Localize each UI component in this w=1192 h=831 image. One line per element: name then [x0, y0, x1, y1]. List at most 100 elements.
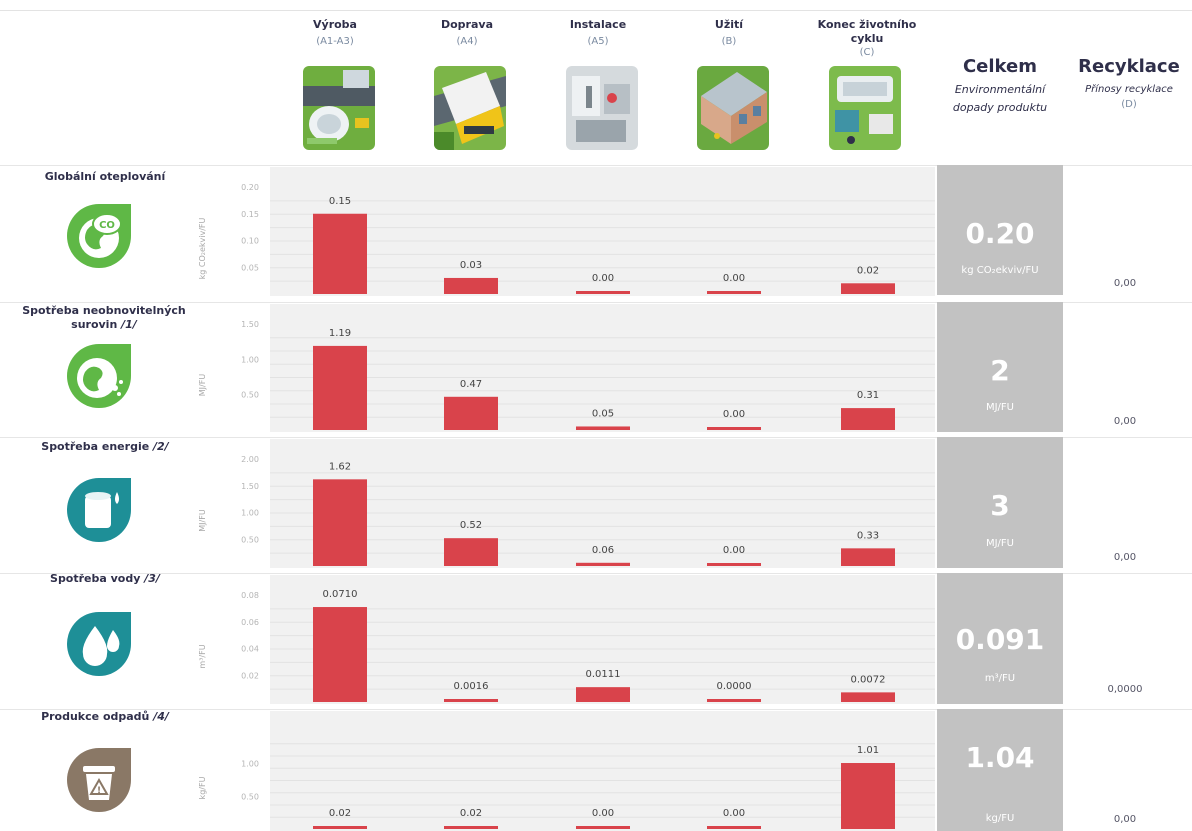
- gridline: [270, 648, 935, 650]
- bar: [576, 826, 630, 829]
- bar: [444, 538, 498, 566]
- gridline: [270, 200, 935, 202]
- total-value: 1.04: [965, 741, 1035, 774]
- y-tick-label: 0.02: [241, 671, 259, 680]
- bar: [707, 427, 761, 430]
- gridline: [270, 780, 935, 781]
- gridline: [270, 804, 935, 806]
- total-value: 0.091: [955, 623, 1045, 656]
- gridline: [270, 608, 935, 610]
- bar-value-label: 0.05: [592, 408, 614, 419]
- gridline: [270, 403, 935, 405]
- bar: [841, 692, 895, 702]
- total-value: 2: [990, 354, 1010, 387]
- bar-value-label: 0.47: [460, 379, 482, 390]
- bar-value-label: 0.02: [857, 265, 879, 276]
- gridline: [270, 240, 935, 242]
- gridline: [270, 755, 935, 757]
- gridline: [270, 792, 935, 794]
- gridline: [270, 253, 935, 255]
- bar: [576, 687, 630, 702]
- gridline: [270, 213, 935, 215]
- gridline: [270, 525, 935, 527]
- bar-value-label: 0.06: [592, 545, 614, 556]
- bar: [313, 479, 367, 566]
- gridline: [270, 499, 935, 501]
- total-box-water: 0.091 m³/FU: [937, 573, 1063, 704]
- bar: [841, 408, 895, 430]
- bar: [707, 826, 761, 829]
- gridline: [270, 512, 935, 514]
- gridline: [270, 390, 935, 392]
- y-axis-label: m³/FU: [198, 644, 207, 668]
- bar: [841, 763, 895, 829]
- y-tick-label: 0.04: [241, 645, 259, 654]
- y-tick-label: 1.00: [241, 760, 259, 769]
- bar: [707, 563, 761, 566]
- gridline: [270, 743, 935, 745]
- bar-value-label: 0.33: [857, 530, 879, 541]
- total-unit: kg/FU: [985, 813, 1015, 824]
- recycling-value: 0,00: [1113, 552, 1137, 563]
- total-unit: kg CO₂ekviv/FU: [961, 265, 1039, 276]
- total-value: 0.20: [965, 217, 1035, 250]
- bar: [444, 826, 498, 829]
- gridline: [270, 767, 935, 769]
- total-unit: m³/FU: [984, 673, 1016, 684]
- y-axis-label: MJ/FU: [198, 374, 207, 397]
- total-box-waste: 1.04 kg/FU: [937, 709, 1063, 831]
- bar: [576, 562, 630, 566]
- bar-value-label: 1.62: [329, 461, 351, 472]
- bar-value-label: 0.00: [723, 808, 745, 819]
- bar: [841, 548, 895, 566]
- gridline: [270, 377, 935, 378]
- bar-value-label: 0.0710: [323, 589, 358, 600]
- total-box-energy: 3 MJ/FU: [937, 437, 1063, 568]
- chart-panel: [270, 575, 935, 704]
- gridline: [270, 485, 935, 487]
- bar-value-label: 0.0016: [454, 681, 489, 692]
- y-tick-label: 0.08: [241, 591, 259, 600]
- y-tick-label: 1.50: [241, 320, 259, 329]
- gridline: [270, 472, 935, 474]
- total-box-global-warming: 0.20 kg CO₂ekviv/FU: [937, 165, 1063, 295]
- y-tick-label: 0.50: [241, 391, 259, 400]
- gridline: [270, 635, 935, 637]
- gridline: [270, 267, 935, 269]
- bar-value-label: 1.19: [329, 328, 351, 339]
- y-tick-label: 1.50: [241, 482, 259, 491]
- bar: [841, 283, 895, 294]
- y-axis-label: MJ/FU: [198, 509, 207, 532]
- recycling-value: 0,00: [1113, 278, 1137, 289]
- gridline: [270, 621, 935, 623]
- bar-value-label: 0.02: [329, 808, 351, 819]
- bar: [707, 291, 761, 294]
- y-tick-label: 1.00: [241, 509, 259, 518]
- bar-value-label: 0.52: [460, 520, 482, 531]
- y-tick-label: 0.50: [241, 792, 259, 801]
- total-unit: MJ/FU: [985, 402, 1015, 413]
- bar-value-label: 0.03: [460, 260, 482, 271]
- gridline: [270, 661, 935, 663]
- y-tick-label: 0.15: [241, 210, 259, 219]
- y-tick-label: 0.50: [241, 535, 259, 544]
- bar: [444, 699, 498, 702]
- y-axis-label: kg/FU: [198, 776, 207, 799]
- total-value: 3: [990, 489, 1010, 522]
- y-axis-label: kg CO₂ekviv/FU: [198, 217, 207, 279]
- bar: [576, 291, 630, 294]
- bar: [313, 826, 367, 829]
- recycling-value: 0,00: [1113, 416, 1137, 427]
- gridline: [270, 539, 935, 541]
- bar-value-label: 0.31: [857, 390, 879, 401]
- bar: [313, 607, 367, 702]
- bar-value-label: 0.00: [723, 273, 745, 284]
- recycling-value: 0,00: [1113, 814, 1137, 825]
- y-tick-label: 0.06: [241, 618, 259, 627]
- y-tick-label: 0.05: [241, 263, 259, 272]
- y-tick-label: 1.00: [241, 355, 259, 364]
- total-unit: MJ/FU: [985, 538, 1015, 549]
- bar-value-label: 0.15: [329, 196, 351, 207]
- bar-value-label: 0.0000: [717, 681, 752, 692]
- bar: [576, 426, 630, 430]
